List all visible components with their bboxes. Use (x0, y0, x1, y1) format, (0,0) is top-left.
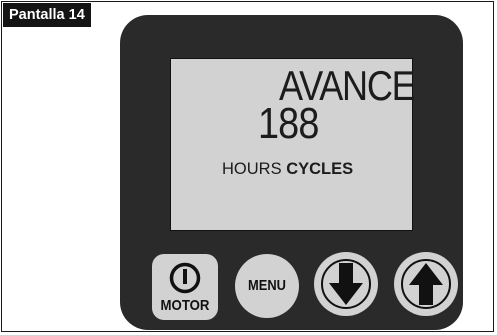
arrow-down-icon (321, 259, 371, 309)
motor-button-label: MOTOR (160, 297, 210, 314)
menu-button[interactable]: MENU (235, 254, 299, 318)
lcd-display: AVANCE 188 HOURS CYCLES (170, 58, 416, 231)
motor-button[interactable]: MOTOR (152, 254, 218, 320)
up-button[interactable] (394, 252, 458, 316)
display-units: HOURS CYCLES (222, 159, 353, 179)
unit-hours: HOURS (222, 160, 282, 178)
down-button[interactable] (314, 252, 378, 316)
display-value: 188 (258, 99, 319, 148)
arrow-up-icon (401, 259, 451, 309)
unit-cycles: CYCLES (286, 160, 354, 178)
screen-tag: Pantalla 14 (3, 3, 91, 27)
menu-button-label: MENU (247, 277, 286, 294)
power-icon (169, 262, 201, 294)
